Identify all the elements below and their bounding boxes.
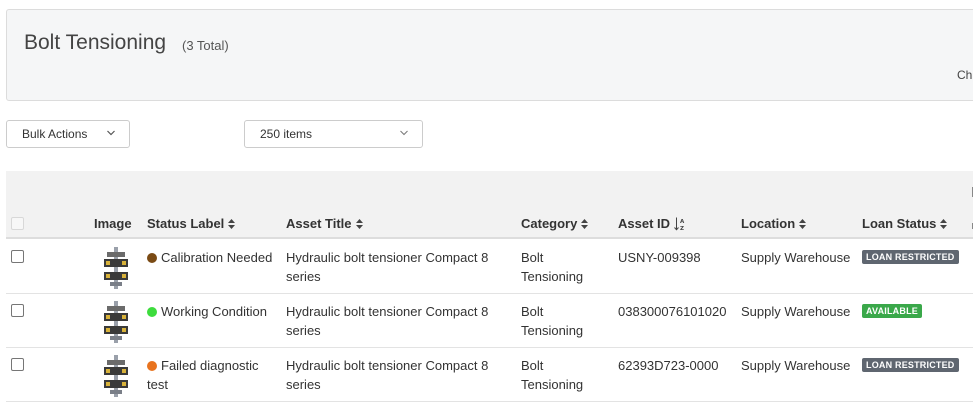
table-row[interactable]: Calibration Needed Hydraulic bolt tensio… bbox=[6, 240, 973, 294]
asset-id-cell: 62393D723-0000 bbox=[618, 358, 719, 373]
items-per-page-value: 250 items bbox=[260, 127, 313, 141]
asset-thumbnail[interactable] bbox=[100, 246, 132, 290]
table-row[interactable]: Failed diagnostic test Hydraulic bolt te… bbox=[6, 348, 973, 402]
location-cell[interactable]: Supply Warehouse bbox=[741, 302, 850, 321]
column-status-label[interactable]: Status Label bbox=[147, 216, 236, 231]
status-dot-icon bbox=[147, 361, 157, 371]
column-location[interactable]: Location bbox=[741, 216, 807, 231]
category-cell[interactable]: Bolt Tensioning bbox=[521, 248, 583, 286]
column-image: Image bbox=[94, 216, 132, 231]
category-cell[interactable]: Bolt Tensioning bbox=[521, 302, 583, 340]
asset-thumbnail[interactable] bbox=[100, 300, 132, 344]
title-cell[interactable]: Hydraulic bolt tensioner Compact 8 serie… bbox=[286, 356, 488, 394]
table-row[interactable]: Working Condition Hydraulic bolt tension… bbox=[6, 294, 973, 348]
status-cell: Calibration Needed bbox=[147, 248, 272, 267]
title-cell[interactable]: Hydraulic bolt tensioner Compact 8 serie… bbox=[286, 248, 488, 286]
sort-icon bbox=[581, 218, 589, 229]
loan-status-badge: LOAN RESTRICTED bbox=[862, 358, 959, 372]
row-checkbox[interactable] bbox=[11, 358, 24, 371]
title-cell[interactable]: Hydraulic bolt tensioner Compact 8 serie… bbox=[286, 302, 488, 340]
row-checkbox[interactable] bbox=[11, 250, 24, 263]
location-cell[interactable]: Supply Warehouse bbox=[741, 356, 850, 375]
svg-text:Z: Z bbox=[680, 226, 684, 231]
header-truncated-text[interactable]: Ch bbox=[957, 68, 972, 82]
page-title: Bolt Tensioning bbox=[24, 31, 167, 54]
sort-icon bbox=[228, 218, 236, 229]
column-asset-id[interactable]: Asset ID A Z bbox=[618, 216, 686, 231]
select-all-checkbox[interactable] bbox=[11, 217, 24, 230]
table-header: Image Status Label Asset Title Category … bbox=[6, 171, 973, 239]
column-asset-title[interactable]: Asset Title bbox=[286, 216, 363, 231]
status-dot-icon bbox=[147, 253, 157, 263]
asset-thumbnail[interactable] bbox=[100, 354, 132, 398]
items-per-page-select[interactable]: 250 items bbox=[244, 120, 423, 148]
page-header: Bolt Tensioning (3 Total) Ch bbox=[6, 9, 973, 101]
status-dot-icon bbox=[147, 307, 157, 317]
total-count: (3 Total) bbox=[182, 38, 229, 53]
sort-icon bbox=[355, 218, 363, 229]
sort-alpha-down-icon: A Z bbox=[674, 217, 685, 231]
category-cell[interactable]: Bolt Tensioning bbox=[521, 356, 583, 394]
status-cell: Failed diagnostic test bbox=[147, 358, 259, 392]
chevron-down-icon bbox=[400, 130, 408, 136]
bulk-actions-label: Bulk Actions bbox=[22, 127, 88, 141]
status-cell: Working Condition bbox=[147, 302, 267, 321]
loan-status-badge: AVAILABLE bbox=[862, 304, 922, 318]
loan-status-badge: LOAN RESTRICTED bbox=[862, 250, 959, 264]
svg-text:A: A bbox=[680, 219, 685, 225]
asset-id-cell: 038300076101020 bbox=[618, 304, 727, 319]
sort-icon bbox=[799, 218, 807, 229]
chevron-down-icon bbox=[107, 130, 115, 136]
column-category[interactable]: Category bbox=[521, 216, 589, 231]
sort-icon bbox=[940, 218, 948, 229]
row-checkbox[interactable] bbox=[11, 304, 24, 317]
location-cell[interactable]: Supply Warehouse bbox=[741, 248, 850, 267]
column-loan-status[interactable]: Loan Status bbox=[862, 216, 948, 231]
asset-id-cell: USNY-009398 bbox=[618, 250, 701, 265]
bulk-actions-button[interactable]: Bulk Actions bbox=[6, 120, 130, 148]
